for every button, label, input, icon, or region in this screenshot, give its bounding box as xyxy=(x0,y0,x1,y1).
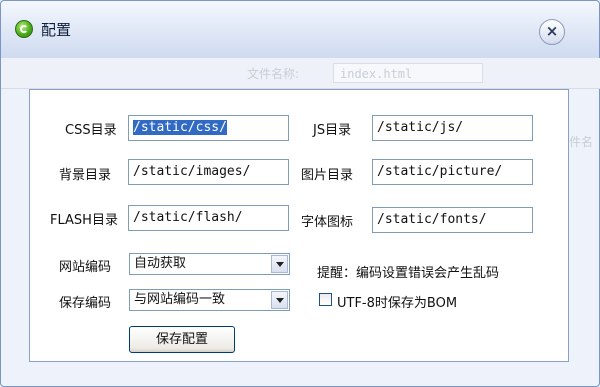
site-encoding-select[interactable]: 自动获取 xyxy=(129,253,290,275)
save-encoding-label: 保存编码 xyxy=(59,296,112,311)
img-dir-input[interactable]: /static/picture/ xyxy=(372,159,533,185)
window-title: 配置 xyxy=(41,21,72,39)
background-toolbar xyxy=(1,58,600,89)
css-dir-value: /static/css/ xyxy=(133,120,227,135)
flash-dir-input[interactable]: /static/flash/ xyxy=(128,205,289,231)
background-filename-label: 文件名称: xyxy=(247,67,300,81)
site-encoding-value: 自动获取 xyxy=(134,256,187,271)
js-dir-label: JS目录 xyxy=(313,123,352,138)
css-dir-label: CSS目录 xyxy=(65,123,117,138)
save-encoding-value: 与网站编码一致 xyxy=(134,292,226,307)
js-dir-input[interactable]: /static/js/ xyxy=(372,115,533,141)
bg-dir-label: 背景目录 xyxy=(59,168,112,183)
font-dir-input[interactable]: /static/fonts/ xyxy=(372,207,533,233)
font-dir-label: 字体图标 xyxy=(301,215,354,230)
close-icon: × xyxy=(545,22,559,40)
save-encoding-select[interactable]: 与网站编码一致 xyxy=(129,289,290,311)
bom-checkbox[interactable] xyxy=(319,293,332,306)
title-bar[interactable]: 配置 × xyxy=(1,1,599,60)
app-logo-icon xyxy=(15,20,33,38)
bg-dir-input[interactable]: /static/images/ xyxy=(128,159,289,185)
save-config-button[interactable]: 保存配置 xyxy=(129,326,235,353)
img-dir-label: 图片目录 xyxy=(301,168,354,183)
config-dialog: 配置 × 文件名称: index.html 文件名称 CSS目录 /static… xyxy=(0,0,600,387)
chevron-down-icon[interactable] xyxy=(271,291,288,309)
encoding-hint: 提醒：编码设置错误会产生乱码 xyxy=(317,266,500,281)
background-filename-value: index.html xyxy=(333,63,483,83)
bom-checkbox-label: UTF-8时保存为BOM xyxy=(337,296,458,311)
close-button[interactable]: × xyxy=(539,19,565,45)
chevron-down-icon[interactable] xyxy=(271,255,288,273)
site-encoding-label: 网站编码 xyxy=(59,260,112,275)
css-dir-input[interactable]: /static/css/ xyxy=(128,115,289,141)
flash-dir-label: FLASH目录 xyxy=(50,213,118,228)
